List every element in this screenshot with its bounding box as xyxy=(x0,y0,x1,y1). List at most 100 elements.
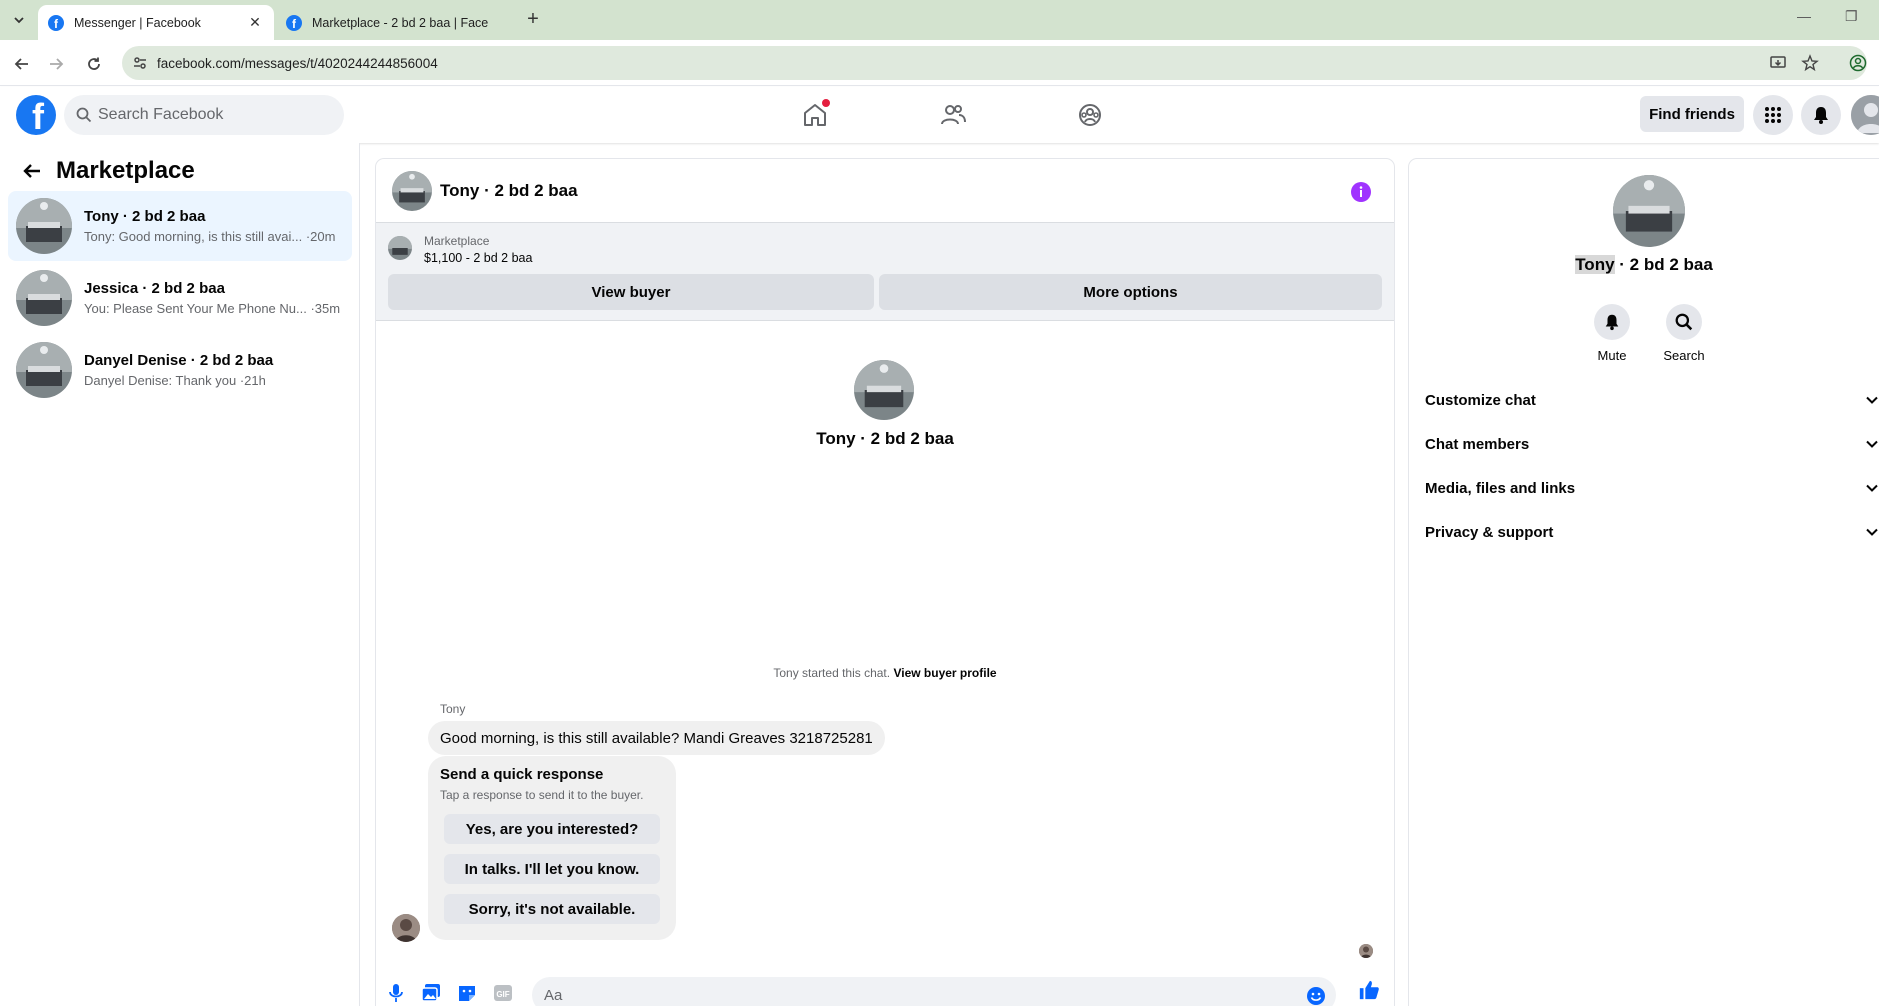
quick-response-title: Send a quick response xyxy=(440,766,604,783)
menu-grid-icon[interactable] xyxy=(1753,95,1793,135)
conversation-name: Jessica · 2 bd 2 baa xyxy=(84,280,225,297)
tab-messenger[interactable]: f Messenger | Facebook ✕ xyxy=(38,5,274,40)
quick-response-option[interactable]: Sorry, it's not available. xyxy=(444,894,660,924)
sticker-icon[interactable] xyxy=(456,982,478,1004)
conversation-preview: You: Please Sent Your Me Phone Nu... ·35… xyxy=(84,301,341,316)
listing-source: Marketplace xyxy=(424,234,490,248)
section-privacy-support[interactable]: Privacy & support xyxy=(1425,510,1879,554)
sidebar-title: Marketplace xyxy=(56,157,195,184)
listing-summary: $1,100 - 2 bd 2 baa xyxy=(424,251,533,265)
listing-thumbnail xyxy=(16,198,72,254)
facebook-favicon-icon: f xyxy=(48,14,64,31)
profile-icon[interactable] xyxy=(1849,54,1867,72)
conversation-item[interactable]: Danyel Denise · 2 bd 2 baa Danyel Denise… xyxy=(8,335,352,405)
facebook-favicon-icon: f xyxy=(286,14,302,31)
seen-by-avatar xyxy=(1359,944,1373,958)
chevron-down-icon xyxy=(1866,528,1878,536)
section-title: Customize chat xyxy=(1425,391,1536,409)
back-arrow-icon[interactable] xyxy=(20,159,44,183)
section-media-files-links[interactable]: Media, files and links xyxy=(1425,466,1879,510)
chevron-down-icon xyxy=(1866,396,1878,404)
facebook-search[interactable] xyxy=(64,95,344,135)
browser-tabstrip: f Messenger | Facebook ✕ f Marketplace -… xyxy=(0,0,1879,40)
restore-icon[interactable]: ❐ xyxy=(1845,8,1858,25)
forward-icon[interactable] xyxy=(44,52,68,76)
details-avatar[interactable] xyxy=(1613,175,1685,247)
groups-nav-icon[interactable] xyxy=(1072,97,1108,133)
url-text: facebook.com/messages/t/4020244244856004 xyxy=(157,56,438,71)
photo-icon[interactable] xyxy=(420,982,442,1004)
quick-response-subtitle: Tap a response to send it to the buyer. xyxy=(440,788,644,802)
chat-details-panel: Tony · 2 bd 2 baa Mute Search Customize … xyxy=(1409,159,1879,1006)
tab-list-chevron-icon[interactable] xyxy=(6,9,32,31)
new-tab-button[interactable]: + xyxy=(520,8,546,32)
chat-header: Tony · 2 bd 2 baa xyxy=(376,159,1394,223)
quick-response-option[interactable]: Yes, are you interested? xyxy=(444,814,660,844)
gif-icon[interactable]: GIF xyxy=(492,982,514,1004)
install-app-icon[interactable] xyxy=(1769,54,1787,72)
close-tab-icon[interactable]: ✕ xyxy=(246,14,264,31)
started-text: Tony started this chat. xyxy=(773,666,891,680)
message-input[interactable] xyxy=(544,977,1284,1006)
notification-dot xyxy=(822,99,830,107)
bookmark-star-icon[interactable] xyxy=(1801,54,1819,72)
reload-icon[interactable] xyxy=(82,52,106,76)
sender-avatar[interactable] xyxy=(392,914,420,942)
search-input[interactable] xyxy=(98,95,328,135)
chat-started-notice: Tony started this chat. View buyer profi… xyxy=(376,666,1394,680)
conversation-item[interactable]: Jessica · 2 bd 2 baa You: Please Sent Yo… xyxy=(8,263,352,333)
find-friends-button[interactable]: Find friends xyxy=(1640,96,1744,132)
message-sender: Tony xyxy=(440,702,466,716)
notifications-bell-icon[interactable] xyxy=(1801,95,1841,135)
message-input-wrapper xyxy=(532,977,1336,1006)
back-icon[interactable] xyxy=(10,52,34,76)
quick-response-option[interactable]: In talks. I'll let you know. xyxy=(444,854,660,884)
listing-banner: Marketplace $1,100 - 2 bd 2 baa View buy… xyxy=(376,223,1394,321)
home-nav-icon[interactable] xyxy=(797,97,833,133)
tab-marketplace[interactable]: f Marketplace - 2 bd 2 baa | Face xyxy=(276,5,512,40)
intro-name: Tony · 2 bd 2 baa xyxy=(816,429,954,448)
details-name-rest: · 2 bd 2 baa xyxy=(1614,255,1713,274)
chat-title[interactable]: Tony · 2 bd 2 baa xyxy=(440,181,578,201)
minimize-icon[interactable]: — xyxy=(1797,8,1811,24)
search-icon[interactable] xyxy=(1666,304,1702,340)
address-bar[interactable]: facebook.com/messages/t/4020244244856004 xyxy=(122,46,1867,80)
section-title: Chat members xyxy=(1425,435,1530,453)
view-buyer-profile-link[interactable]: View buyer profile xyxy=(893,666,996,680)
like-thumbs-up-icon[interactable] xyxy=(1358,979,1380,1001)
listing-thumbnail xyxy=(16,342,72,398)
site-settings-icon[interactable] xyxy=(132,55,148,76)
conversation-preview: Tony: Good morning, is this still avai..… xyxy=(84,229,336,244)
mute-label: Mute xyxy=(1597,348,1627,363)
conversation-item[interactable]: Tony · 2 bd 2 baa Tony: Good morning, is… xyxy=(8,191,352,261)
more-options-button[interactable]: More options xyxy=(879,274,1382,310)
message-composer: GIF xyxy=(376,969,1394,1006)
conversation-preview: Danyel Denise: Thank you ·21h xyxy=(84,373,266,388)
tab-title: Messenger | Facebook xyxy=(74,15,201,30)
tab-title: Marketplace - 2 bd 2 baa | Face xyxy=(312,15,489,30)
details-name-highlight: Tony xyxy=(1575,255,1615,274)
search-action[interactable]: Search xyxy=(1654,304,1714,363)
conversation-name: Tony · 2 bd 2 baa xyxy=(84,208,206,225)
view-buyer-button[interactable]: View buyer xyxy=(388,274,874,310)
chat-panel: Tony · 2 bd 2 baa Marketplace $1,100 - 2… xyxy=(376,159,1394,1006)
section-chat-members[interactable]: Chat members xyxy=(1425,422,1879,466)
mute-action[interactable]: Mute xyxy=(1582,304,1642,363)
listing-mini-thumbnail xyxy=(388,236,412,260)
section-title: Media, files and links xyxy=(1425,479,1576,497)
bell-icon[interactable] xyxy=(1594,304,1630,340)
conversation-sidebar: Marketplace Tony · 2 bd 2 baa Tony: Good… xyxy=(0,143,360,1006)
account-avatar[interactable] xyxy=(1851,95,1879,135)
info-icon[interactable] xyxy=(1350,181,1372,208)
section-customize-chat[interactable]: Customize chat xyxy=(1425,378,1879,422)
quick-response-card: Send a quick response Tap a response to … xyxy=(428,756,676,940)
chat-thumbnail[interactable] xyxy=(392,171,432,211)
emoji-icon[interactable] xyxy=(1306,986,1326,1006)
sidebar-header: Marketplace xyxy=(20,157,195,185)
message-bubble[interactable]: Good morning, is this still available? M… xyxy=(428,721,885,755)
listing-thumbnail xyxy=(16,270,72,326)
conversation-name: Danyel Denise · 2 bd 2 baa xyxy=(84,352,274,369)
friends-nav-icon[interactable] xyxy=(935,97,971,133)
microphone-icon[interactable] xyxy=(385,982,407,1004)
facebook-logo-icon[interactable]: f xyxy=(16,95,56,135)
